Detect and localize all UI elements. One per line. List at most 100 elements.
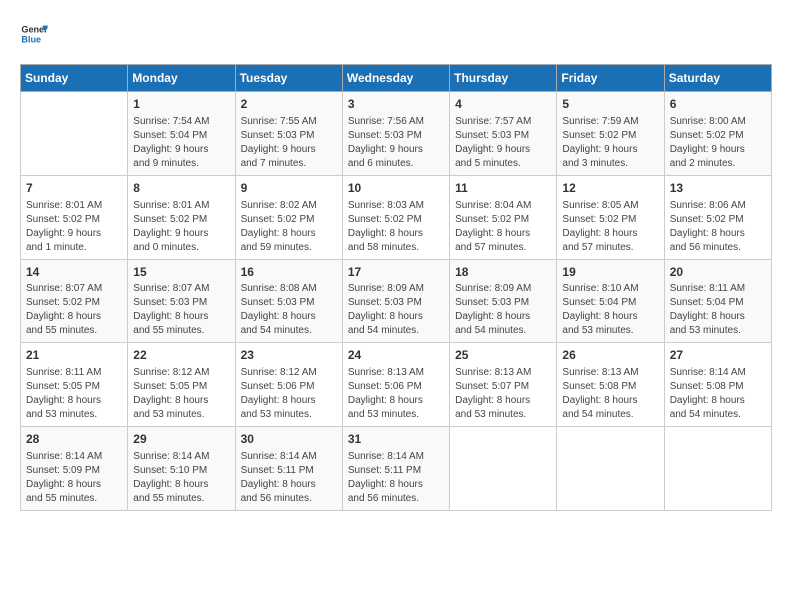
day-details: Sunrise: 8:02 AM Sunset: 5:02 PM Dayligh… xyxy=(241,199,337,255)
day-number: 20 xyxy=(670,264,766,281)
day-details: Sunrise: 8:14 AM Sunset: 5:09 PM Dayligh… xyxy=(26,450,122,506)
day-number: 11 xyxy=(455,180,551,197)
calendar-body: 1 Sunrise: 7:54 AM Sunset: 5:04 PM Daylig… xyxy=(21,92,772,511)
weekday-header: Thursday xyxy=(450,65,557,92)
day-details: Sunrise: 8:14 AM Sunset: 5:10 PM Dayligh… xyxy=(133,450,229,506)
weekday-header: Monday xyxy=(128,65,235,92)
day-details: Sunrise: 8:07 AM Sunset: 5:02 PM Dayligh… xyxy=(26,282,122,338)
calendar-cell: 17Sunrise: 8:09 AM Sunset: 5:03 PM Dayli… xyxy=(342,259,449,343)
calendar-cell: 5Sunrise: 7:59 AM Sunset: 5:02 PM Daylig… xyxy=(557,92,664,176)
calendar-cell: 20Sunrise: 8:11 AM Sunset: 5:04 PM Dayli… xyxy=(664,259,771,343)
day-details: Sunrise: 8:08 AM Sunset: 5:03 PM Dayligh… xyxy=(241,282,337,338)
calendar-cell: 12 Sunrise: 8:05 AM Sunset: 5:02 PM Dayli… xyxy=(557,175,664,259)
day-number: 4 xyxy=(455,96,551,113)
day-number: 31 xyxy=(348,431,444,448)
day-details: Sunrise: 8:14 AM Sunset: 5:11 PM Dayligh… xyxy=(348,450,444,506)
calendar-cell: 8 Sunrise: 8:01 AM Sunset: 5:02 PM Daylig… xyxy=(128,175,235,259)
day-details: Sunrise: 8:00 AM Sunset: 5:02 PM Dayligh… xyxy=(670,115,766,171)
day-details: Sunrise: 8:13 AM Sunset: 5:07 PM Dayligh… xyxy=(455,366,551,422)
day-details: Sunrise: 8:04 AM Sunset: 5:02 PM Dayligh… xyxy=(455,199,551,255)
day-number: 18 xyxy=(455,264,551,281)
day-number: 7 xyxy=(26,180,122,197)
day-details: Sunrise: 8:10 AM Sunset: 5:04 PM Dayligh… xyxy=(562,282,658,338)
logo: General Blue xyxy=(20,20,52,48)
day-details: Sunrise: 7:56 AM Sunset: 5:03 PM Dayligh… xyxy=(348,115,444,171)
day-details: Sunrise: 8:09 AM Sunset: 5:03 PM Dayligh… xyxy=(348,282,444,338)
calendar-cell: 22 Sunrise: 8:12 AM Sunset: 5:05 PM Dayli… xyxy=(128,343,235,427)
day-details: Sunrise: 8:06 AM Sunset: 5:02 PM Dayligh… xyxy=(670,199,766,255)
day-details: Sunrise: 7:55 AM Sunset: 5:03 PM Dayligh… xyxy=(241,115,337,171)
calendar-cell: 2 Sunrise: 7:55 AM Sunset: 5:03 PM Daylig… xyxy=(235,92,342,176)
day-number: 24 xyxy=(348,347,444,364)
calendar-header-row: SundayMondayTuesdayWednesdayThursdayFrid… xyxy=(21,65,772,92)
day-details: Sunrise: 8:13 AM Sunset: 5:08 PM Dayligh… xyxy=(562,366,658,422)
calendar-cell xyxy=(557,427,664,511)
day-details: Sunrise: 7:57 AM Sunset: 5:03 PM Dayligh… xyxy=(455,115,551,171)
day-number: 27 xyxy=(670,347,766,364)
calendar-cell: 26 Sunrise: 8:13 AM Sunset: 5:08 PM Dayli… xyxy=(557,343,664,427)
calendar-week-row: 1 Sunrise: 7:54 AM Sunset: 5:04 PM Daylig… xyxy=(21,92,772,176)
day-number: 23 xyxy=(241,347,337,364)
calendar-cell xyxy=(21,92,128,176)
weekday-header: Wednesday xyxy=(342,65,449,92)
day-number: 14 xyxy=(26,264,122,281)
day-number: 12 xyxy=(562,180,658,197)
day-number: 26 xyxy=(562,347,658,364)
calendar-cell: 11 Sunrise: 8:04 AM Sunset: 5:02 PM Dayli… xyxy=(450,175,557,259)
day-details: Sunrise: 8:11 AM Sunset: 5:04 PM Dayligh… xyxy=(670,282,766,338)
calendar-cell: 27Sunrise: 8:14 AM Sunset: 5:08 PM Dayli… xyxy=(664,343,771,427)
day-number: 25 xyxy=(455,347,551,364)
day-number: 10 xyxy=(348,180,444,197)
day-details: Sunrise: 8:14 AM Sunset: 5:11 PM Dayligh… xyxy=(241,450,337,506)
calendar-cell: 30 Sunrise: 8:14 AM Sunset: 5:11 PM Dayli… xyxy=(235,427,342,511)
day-number: 3 xyxy=(348,96,444,113)
calendar-cell: 10 Sunrise: 8:03 AM Sunset: 5:02 PM Dayli… xyxy=(342,175,449,259)
calendar-cell: 28 Sunrise: 8:14 AM Sunset: 5:09 PM Dayli… xyxy=(21,427,128,511)
weekday-header: Friday xyxy=(557,65,664,92)
weekday-header: Saturday xyxy=(664,65,771,92)
day-number: 6 xyxy=(670,96,766,113)
svg-text:Blue: Blue xyxy=(21,34,41,44)
day-number: 17 xyxy=(348,264,444,281)
day-number: 29 xyxy=(133,431,229,448)
calendar-cell: 4 Sunrise: 7:57 AM Sunset: 5:03 PM Daylig… xyxy=(450,92,557,176)
day-details: Sunrise: 8:12 AM Sunset: 5:05 PM Dayligh… xyxy=(133,366,229,422)
day-number: 8 xyxy=(133,180,229,197)
calendar-cell xyxy=(664,427,771,511)
day-details: Sunrise: 8:01 AM Sunset: 5:02 PM Dayligh… xyxy=(26,199,122,255)
day-number: 1 xyxy=(133,96,229,113)
calendar-cell: 9Sunrise: 8:02 AM Sunset: 5:02 PM Daylig… xyxy=(235,175,342,259)
day-number: 19 xyxy=(562,264,658,281)
header: General Blue xyxy=(20,20,772,48)
day-number: 28 xyxy=(26,431,122,448)
day-number: 15 xyxy=(133,264,229,281)
day-number: 5 xyxy=(562,96,658,113)
calendar-cell: 7 Sunrise: 8:01 AM Sunset: 5:02 PM Daylig… xyxy=(21,175,128,259)
calendar-cell xyxy=(450,427,557,511)
calendar-cell: 1 Sunrise: 7:54 AM Sunset: 5:04 PM Daylig… xyxy=(128,92,235,176)
calendar-week-row: 28 Sunrise: 8:14 AM Sunset: 5:09 PM Dayli… xyxy=(21,427,772,511)
calendar-cell: 21 Sunrise: 8:11 AM Sunset: 5:05 PM Dayli… xyxy=(21,343,128,427)
day-details: Sunrise: 8:13 AM Sunset: 5:06 PM Dayligh… xyxy=(348,366,444,422)
day-number: 22 xyxy=(133,347,229,364)
calendar-cell: 15Sunrise: 8:07 AM Sunset: 5:03 PM Dayli… xyxy=(128,259,235,343)
calendar-cell: 3 Sunrise: 7:56 AM Sunset: 5:03 PM Daylig… xyxy=(342,92,449,176)
day-number: 13 xyxy=(670,180,766,197)
day-details: Sunrise: 8:11 AM Sunset: 5:05 PM Dayligh… xyxy=(26,366,122,422)
weekday-header: Tuesday xyxy=(235,65,342,92)
day-number: 30 xyxy=(241,431,337,448)
day-details: Sunrise: 8:05 AM Sunset: 5:02 PM Dayligh… xyxy=(562,199,658,255)
day-details: Sunrise: 8:01 AM Sunset: 5:02 PM Dayligh… xyxy=(133,199,229,255)
calendar-table: SundayMondayTuesdayWednesdayThursdayFrid… xyxy=(20,64,772,511)
calendar-cell: 13 Sunrise: 8:06 AM Sunset: 5:02 PM Dayli… xyxy=(664,175,771,259)
calendar-cell: 6 Sunrise: 8:00 AM Sunset: 5:02 PM Daylig… xyxy=(664,92,771,176)
day-details: Sunrise: 7:54 AM Sunset: 5:04 PM Dayligh… xyxy=(133,115,229,171)
day-number: 2 xyxy=(241,96,337,113)
day-details: Sunrise: 8:09 AM Sunset: 5:03 PM Dayligh… xyxy=(455,282,551,338)
calendar-cell: 29 Sunrise: 8:14 AM Sunset: 5:10 PM Dayli… xyxy=(128,427,235,511)
calendar-cell: 23Sunrise: 8:12 AM Sunset: 5:06 PM Dayli… xyxy=(235,343,342,427)
day-details: Sunrise: 8:03 AM Sunset: 5:02 PM Dayligh… xyxy=(348,199,444,255)
day-number: 21 xyxy=(26,347,122,364)
calendar-cell: 24 Sunrise: 8:13 AM Sunset: 5:06 PM Dayli… xyxy=(342,343,449,427)
day-details: Sunrise: 8:07 AM Sunset: 5:03 PM Dayligh… xyxy=(133,282,229,338)
